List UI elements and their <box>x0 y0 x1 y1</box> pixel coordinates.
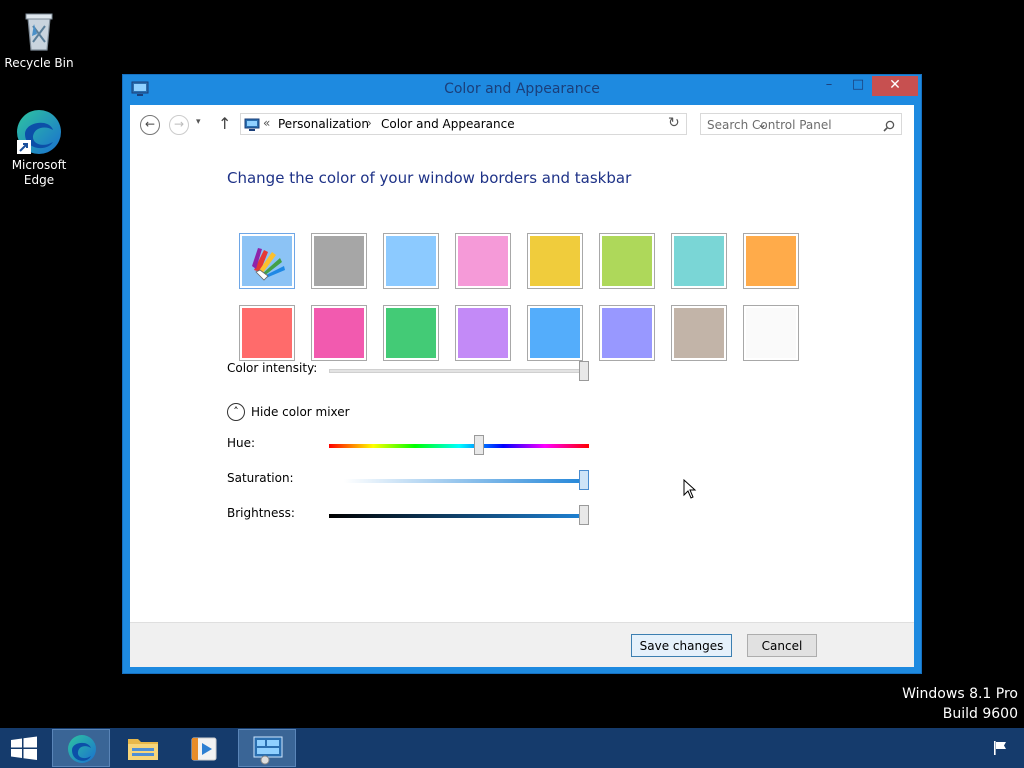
color-swatch-green[interactable] <box>383 305 439 361</box>
control-panel-icon <box>253 736 283 765</box>
save-changes-button[interactable]: Save changes <box>631 634 732 657</box>
search-box[interactable] <box>700 113 902 135</box>
maximize-button[interactable]: □ <box>844 76 872 96</box>
brightness-track[interactable] <box>329 514 589 518</box>
color-swatch-magenta[interactable] <box>311 305 367 361</box>
swatch-fill <box>386 236 436 286</box>
color-swatch-yellow[interactable] <box>527 233 583 289</box>
dialog-footer: Save changes Cancel <box>130 622 914 667</box>
breadcrumb-personalization[interactable]: Personalization <box>278 117 369 131</box>
brightness-slider-thumb[interactable] <box>579 505 589 525</box>
windows-logo-icon <box>11 736 37 760</box>
edge-icon <box>68 735 96 763</box>
color-swatch-gray[interactable] <box>311 233 367 289</box>
color-swatch-red[interactable] <box>239 305 295 361</box>
cancel-button[interactable]: Cancel <box>747 634 817 657</box>
color-swatch-automatic[interactable] <box>239 233 295 289</box>
hue-track[interactable] <box>329 444 589 448</box>
recycle-bin-icon <box>15 6 63 54</box>
search-input[interactable] <box>707 116 877 134</box>
swatch-fill <box>746 236 796 286</box>
refresh-icon[interactable]: ↻ <box>668 115 680 131</box>
navigation-bar: ← → ▾ ↑ « Personalization › Color and Ap… <box>130 105 914 143</box>
swatch-fill <box>314 236 364 286</box>
color-swatch-light-blue[interactable] <box>383 233 439 289</box>
media-player-icon <box>191 737 217 761</box>
taskbar-file-explorer[interactable] <box>114 729 172 767</box>
forward-button[interactable]: → <box>169 115 189 135</box>
color-swatch-blue[interactable] <box>527 305 583 361</box>
watermark-edition: Windows 8.1 Pro <box>902 686 1018 702</box>
search-icon[interactable] <box>883 117 895 132</box>
swatch-fill <box>458 236 508 286</box>
folder-icon <box>128 739 158 760</box>
color-and-appearance-window: Color and Appearance – □ ✕ ← → ▾ ↑ « Per… <box>122 74 922 674</box>
address-bar[interactable]: « Personalization › Color and Appearance… <box>240 113 767 135</box>
color-swatch-periwinkle[interactable] <box>599 305 655 361</box>
swatch-fill <box>530 308 580 358</box>
color-swatch-orange[interactable] <box>743 233 799 289</box>
chevron-up-icon: ˄ <box>227 403 245 421</box>
swatch-fill <box>242 308 292 358</box>
hue-label: Hue: <box>227 436 256 450</box>
swatch-fill <box>746 308 796 358</box>
color-swatch-white[interactable] <box>743 305 799 361</box>
minimize-button[interactable]: – <box>815 76 843 96</box>
windows-watermark: Windows 8.1 Pro Build 9600 <box>902 684 1018 724</box>
saturation-label: Saturation: <box>227 471 294 485</box>
mouse-pointer-icon <box>683 478 697 499</box>
color-swatch-teal[interactable] <box>671 233 727 289</box>
close-button[interactable]: ✕ <box>872 76 918 96</box>
color-palette-icon <box>252 248 285 281</box>
edge-icon <box>15 108 63 156</box>
color-swatch-lime[interactable] <box>599 233 655 289</box>
color-swatch-taupe[interactable] <box>671 305 727 361</box>
hue-slider-thumb[interactable] <box>474 435 484 455</box>
color-intensity-slider-thumb[interactable] <box>579 361 589 381</box>
swatch-fill <box>530 236 580 286</box>
color-intensity-label: Color intensity: <box>227 361 318 375</box>
color-swatch-pink[interactable] <box>455 233 511 289</box>
hide-color-mixer-label: Hide color mixer <box>251 405 350 419</box>
swatch-fill <box>602 236 652 286</box>
color-intensity-track[interactable] <box>329 369 589 373</box>
desktop-icon-microsoft-edge[interactable]: Microsoft Edge <box>1 108 77 188</box>
brightness-label: Brightness: <box>227 506 295 520</box>
breadcrumb-color-and-appearance[interactable]: Color and Appearance <box>381 117 515 131</box>
window-title: Color and Appearance <box>444 81 600 97</box>
swatch-fill <box>602 308 652 358</box>
swatch-fill <box>674 308 724 358</box>
taskbar-windows-media-player[interactable] <box>176 729 234 767</box>
back-button[interactable]: ← <box>140 115 160 135</box>
page-heading: Change the color of your window borders … <box>227 169 632 187</box>
title-bar[interactable]: Color and Appearance – □ ✕ <box>123 75 921 105</box>
saturation-slider-thumb[interactable] <box>579 470 589 490</box>
swatch-fill <box>458 308 508 358</box>
up-button[interactable]: ↑ <box>218 114 231 133</box>
desktop-icon-label: Microsoft Edge <box>11 158 67 187</box>
swatch-fill <box>386 308 436 358</box>
window-client-area: ← → ▾ ↑ « Personalization › Color and Ap… <box>130 105 914 667</box>
swatch-fill <box>674 236 724 286</box>
start-button[interactable] <box>0 729 48 767</box>
recent-locations-chevron-icon[interactable]: ▾ <box>196 117 201 127</box>
desktop-icon-recycle-bin[interactable]: Recycle Bin <box>1 6 77 71</box>
breadcrumb-separator-icon[interactable]: › <box>367 116 372 130</box>
saturation-track[interactable] <box>344 479 589 483</box>
taskbar-control-panel[interactable] <box>238 729 296 767</box>
swatch-fill <box>314 308 364 358</box>
taskbar-edge[interactable] <box>52 729 110 767</box>
watermark-build: Build 9600 <box>942 706 1018 722</box>
taskbar <box>0 728 1024 768</box>
action-center-flag-icon[interactable] <box>992 740 1008 756</box>
desktop-icon-label: Recycle Bin <box>4 56 74 70</box>
breadcrumb-overflow-icon[interactable]: « <box>263 116 270 130</box>
color-swatch-purple[interactable] <box>455 305 511 361</box>
swatch-fill <box>242 236 292 286</box>
control-panel-icon <box>244 117 260 131</box>
